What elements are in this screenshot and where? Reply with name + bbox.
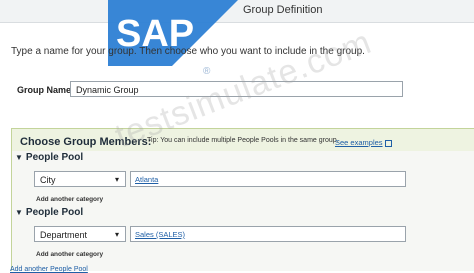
- category-select-2[interactable]: Department ▾: [34, 226, 126, 242]
- category-value-field-2[interactable]: Sales (SALES): [130, 226, 406, 242]
- dialog-instructions: Type a name for your group. Then choose …: [11, 46, 365, 57]
- external-link-icon: [384, 139, 392, 147]
- panel-title: Choose Group Members:: [20, 136, 152, 148]
- category-value-link[interactable]: Sales (SALES): [135, 230, 185, 239]
- collapse-triangle-icon: ▼: [15, 208, 23, 217]
- category-select-1[interactable]: City ▾: [34, 171, 126, 187]
- chevron-down-icon: ▾: [114, 175, 119, 184]
- people-pool-header-2[interactable]: ▼ People Pool: [15, 207, 83, 218]
- chevron-down-icon: ▾: [114, 230, 119, 239]
- see-examples-label: See examples: [335, 138, 383, 147]
- people-pool-label: People Pool: [25, 207, 84, 218]
- add-people-pool-link[interactable]: Add another People Pool: [10, 266, 88, 273]
- group-name-label: Group Name:: [17, 85, 75, 95]
- category-select-value: Department: [40, 230, 88, 240]
- dialog-title: Group Definition: [243, 4, 323, 16]
- collapse-triangle-icon: ▼: [15, 153, 23, 162]
- people-pool-header-1[interactable]: ▼ People Pool: [15, 152, 83, 163]
- people-pool-label: People Pool: [25, 152, 84, 163]
- group-name-input[interactable]: Dynamic Group: [70, 81, 403, 97]
- see-examples-link[interactable]: See examples: [335, 138, 392, 147]
- add-category-link-1[interactable]: Add another category: [36, 196, 103, 203]
- category-select-value: City: [40, 175, 56, 185]
- panel-tip: Tip: You can include multiple People Poo…: [147, 137, 339, 144]
- panel-header: Choose Group Members: Tip: You can inclu…: [12, 129, 474, 151]
- category-value-field-1[interactable]: Atlanta: [130, 171, 406, 187]
- add-category-link-2[interactable]: Add another category: [36, 251, 103, 258]
- category-value-link[interactable]: Atlanta: [135, 175, 158, 184]
- registered-mark: ®: [203, 66, 211, 77]
